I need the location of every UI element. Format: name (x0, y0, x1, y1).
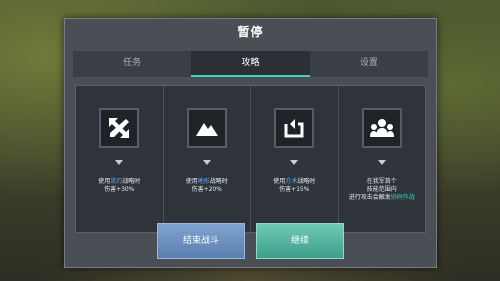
strategy-card: 使用地形战略时 伤害+20% (162, 86, 251, 232)
strategy-panel: 使用流刃战略时 伤害+30% 使用地形战略时 伤害+20% 使用方术战略时 伤害… (75, 85, 426, 233)
resume-button[interactable]: 继续 (256, 223, 344, 259)
strategy-card: 使用方术战略时 伤害+15% (250, 86, 338, 232)
end-battle-button[interactable]: 结束战斗 (157, 223, 245, 259)
chevron-down-icon (377, 160, 386, 165)
tab-strategy[interactable]: 攻略 (191, 51, 310, 77)
strategy-description: 使用流刃战略时 伤害+30% (98, 178, 141, 193)
team-icon (361, 108, 402, 148)
chevron-down-icon (290, 160, 299, 165)
tab-bar: 任务 攻略 设置 (73, 51, 428, 77)
chevron-down-icon (115, 160, 124, 165)
tab-missions[interactable]: 任务 (73, 51, 191, 77)
tab-settings[interactable]: 设置 (310, 51, 428, 77)
strategy-description: 使用地形战略时 伤害+20% (185, 178, 228, 193)
cycle-icon (274, 108, 315, 148)
strategy-card: 在我军首个 技能范围内 进行攻击会触发协同作战 (337, 86, 426, 232)
mountain-icon (186, 108, 227, 148)
strategy-description: 使用方术战略时 伤害+15% (273, 178, 316, 193)
swords-icon (99, 108, 140, 148)
dialog-title: 暂停 (237, 25, 264, 39)
strategy-description: 在我军首个 技能范围内 进行攻击会触发协同作战 (348, 178, 415, 201)
chevron-down-icon (202, 160, 211, 165)
pause-dialog: 暂停 任务 攻略 设置 使用流刃战略时 伤害+30% 使用地形战略时 伤害+20… (64, 18, 437, 268)
strategy-card: 使用流刃战略时 伤害+30% (76, 86, 163, 232)
